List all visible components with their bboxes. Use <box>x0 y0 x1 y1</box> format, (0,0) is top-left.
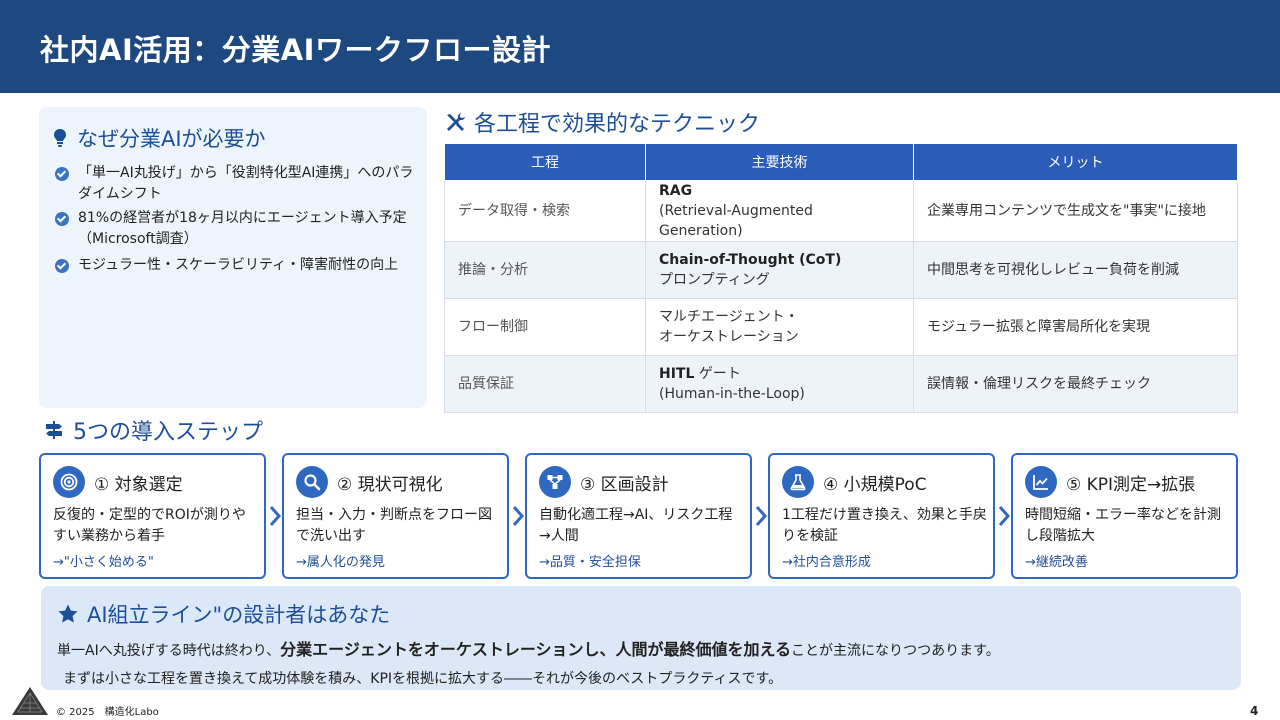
techniques-title-text: 各工程で効果的なテクニック <box>474 112 761 137</box>
search-icon <box>296 466 328 498</box>
step-result: →属人化の発見 <box>296 555 385 570</box>
star-icon <box>58 604 78 623</box>
step-card: ③ 区画設計 自動化適工程→AI、リスク工程→人間 →品質・安全担保 <box>525 453 752 579</box>
merit-cell: 企業専用コンテンツで生成文を"事実"に接地 <box>913 180 1238 242</box>
tech-sub: (Human-in-the-Loop) <box>659 386 805 402</box>
why-list: 「単一AI丸投げ」から「役割特化型AI連携」へのパラダイムシフト 81%の経営者… <box>55 163 415 279</box>
techniques-table: 工程 主要技術 メリット データ取得・検索 RAG (Retrieval-Augm… <box>444 143 1238 413</box>
page-number: 4 <box>1250 704 1259 718</box>
step-name: ② 現状可視化 <box>337 474 443 495</box>
tech-cell: マルチエージェント・ オーケストレーション <box>645 298 914 356</box>
check-circle-icon <box>55 167 69 181</box>
step-description: 1工程だけ置き換え、効果と手戻りを検証 <box>782 507 987 544</box>
step-description: 担当・入力・判断点をフロー図で洗い出す <box>296 507 492 544</box>
merit-cell: 中間思考を可視化しレビュー負荷を削減 <box>913 241 1238 299</box>
closing-title-text: AI組立ライン"の設計者はあなた <box>87 603 391 627</box>
tech-main: HITL <box>659 366 695 382</box>
stage-cell: データ取得・検索 <box>444 180 646 242</box>
table-row: データ取得・検索 RAG (Retrieval-Augmented Generat… <box>444 180 1238 242</box>
tech-main: マルチエージェント・ <box>659 309 799 325</box>
step-name: ① 対象選定 <box>94 474 183 495</box>
chevron-right-icon <box>998 506 1011 526</box>
closing-line-2: まずは小さな工程を置き換えて成功体験を積み、KPIを根拠に拡大する――それが今後… <box>63 671 783 687</box>
closing-line-1-emphasis: 分業エージェントをオーケストレーションし、人間が最終価値を加える <box>280 640 792 659</box>
flask-icon <box>782 466 814 498</box>
closing-title: AI組立ライン"の設計者はあなた <box>57 599 390 629</box>
column-header: メリット <box>913 143 1238 181</box>
step-card: ② 現状可視化 担当・入力・判断点をフロー図で洗い出す →属人化の発見 <box>282 453 509 579</box>
tech-main: RAG <box>659 183 693 199</box>
tech-sub: オーケストレーション <box>659 329 799 345</box>
page-title: 社内AI活用：分業AIワークフロー設計 <box>40 33 551 67</box>
step-card: ④ 小規模PoC 1工程だけ置き換え、効果と手戻りを検証 →社内合意形成 <box>768 453 995 579</box>
table-row: 推論・分析 Chain-of-Thought (CoT) プロンプティング 中間思… <box>444 241 1238 299</box>
tech-cell: HITL ゲート (Human-in-the-Loop) <box>645 355 914 413</box>
check-circle-icon <box>55 212 69 226</box>
why-title-text: なぜ分業AIが必要か <box>77 127 266 151</box>
why-item-text: 「単一AI丸投げ」から「役割特化型AI連携」へのパラダイムシフト <box>78 165 414 202</box>
stage-cell: 推論・分析 <box>444 241 646 299</box>
copyright-text: © 2025 構造化Labo <box>56 707 159 718</box>
signpost-icon <box>46 421 62 439</box>
step-result: →社内合意形成 <box>782 555 871 570</box>
steps-title: 5つの導入ステップ <box>44 414 263 446</box>
labo-logo-icon <box>12 687 48 715</box>
step-result: →継続改善 <box>1025 555 1088 570</box>
table-header-row: 工程 主要技術 メリット <box>444 143 1238 181</box>
why-item-text: 81%の経営者が18ヶ月以内にエージェント導入予定（Microsoft調査） <box>78 210 407 247</box>
chevron-right-icon <box>269 506 282 526</box>
tech-main: Chain-of-Thought (CoT) <box>659 252 842 268</box>
step-description: 時間短縮・エラー率などを計測し段階拡大 <box>1025 507 1221 544</box>
stage-cell: フロー制御 <box>444 298 646 356</box>
why-title: なぜ分業AIが必要か <box>53 123 266 153</box>
network-icon <box>539 466 571 498</box>
step-result: →品質・安全担保 <box>539 555 641 570</box>
column-header: 主要技術 <box>645 143 914 181</box>
tech-cell: Chain-of-Thought (CoT) プロンプティング <box>645 241 914 299</box>
steps-title-text: 5つの導入ステップ <box>73 420 263 445</box>
check-circle-icon <box>55 259 69 273</box>
tech-main-suffix: ゲート <box>698 366 741 382</box>
why-item: 「単一AI丸投げ」から「役割特化型AI連携」へのパラダイムシフト <box>55 163 415 205</box>
chevron-right-icon <box>755 506 768 526</box>
merit-cell: 誤情報・倫理リスクを最終チェック <box>913 355 1238 413</box>
step-name: ③ 区画設計 <box>580 474 669 495</box>
table-row: フロー制御 マルチエージェント・ オーケストレーション モジュラー拡張と障害局所化… <box>444 298 1238 356</box>
stage-cell: 品質保証 <box>444 355 646 413</box>
why-item-text: モジュラー性・スケーラビリティ・障害耐性の向上 <box>78 257 399 273</box>
why-panel: なぜ分業AIが必要か 「単一AI丸投げ」から「役割特化型AI連携」へのパラダイム… <box>39 107 427 408</box>
merit-cell: モジュラー拡張と障害局所化を実現 <box>913 298 1238 356</box>
step-name: ⑤ KPI測定→拡張 <box>1066 474 1196 495</box>
step-description: 反復的・定型的でROIが測りやすい業務から着手 <box>53 507 246 544</box>
tech-sub: プロンプティング <box>659 272 770 288</box>
lightbulb-icon <box>54 129 66 147</box>
step-name: ④ 小規模PoC <box>823 474 927 495</box>
why-item: 81%の経営者が18ヶ月以内にエージェント導入予定（Microsoft調査） <box>55 208 415 250</box>
step-description: 自動化適工程→AI、リスク工程→人間 <box>539 507 733 544</box>
closing-line-1-post: ことが主流になりつつあります。 <box>791 643 1000 659</box>
step-card: ① 対象選定 反復的・定型的でROIが測りやすい業務から着手 →"小さく始める" <box>39 453 266 579</box>
why-item: モジュラー性・スケーラビリティ・障害耐性の向上 <box>55 255 415 276</box>
closing-panel: AI組立ライン"の設計者はあなた 単一AIへ丸投げする時代は終わり、分業エージェ… <box>41 586 1241 690</box>
chevron-right-icon <box>512 506 525 526</box>
chart-line-icon <box>1025 466 1057 498</box>
closing-line-1-pre: 単一AIへ丸投げする時代は終わり、 <box>57 643 281 659</box>
target-icon <box>53 466 85 498</box>
column-header: 工程 <box>444 143 646 181</box>
tools-icon <box>447 113 465 131</box>
techniques-title: 各工程で効果的なテクニック <box>444 106 760 138</box>
step-card: ⑤ KPI測定→拡張 時間短縮・エラー率などを計測し段階拡大 →継続改善 <box>1011 453 1238 579</box>
table-row: 品質保証 HITL ゲート (Human-in-the-Loop) 誤情報・倫理リ… <box>444 355 1238 413</box>
closing-line-1: 単一AIへ丸投げする時代は終わり、分業エージェントをオーケストレーションし、人間… <box>57 636 1000 660</box>
tech-cell: RAG (Retrieval-Augmented Generation) <box>645 180 914 242</box>
header-bar: 社内AI活用：分業AIワークフロー設計 <box>0 0 1280 93</box>
tech-sub: (Retrieval-Augmented Generation) <box>659 203 813 239</box>
step-result: →"小さく始める" <box>53 555 154 570</box>
